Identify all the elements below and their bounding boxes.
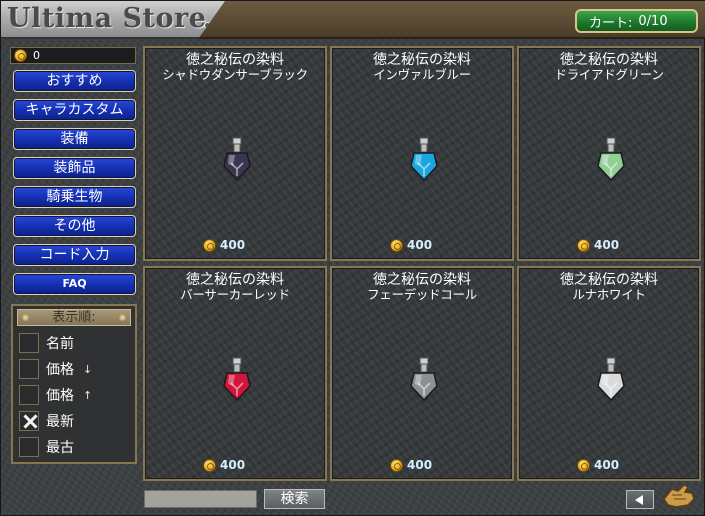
- arrow-up-icon: ↑: [83, 388, 93, 402]
- coin-icon: [203, 458, 216, 472]
- sort-checkbox[interactable]: [19, 359, 39, 379]
- hand-glove-icon: [663, 484, 695, 508]
- nav-recommended[interactable]: おすすめ: [13, 70, 136, 92]
- cart-label: カート:: [589, 15, 633, 31]
- store-title: Ultima Store: [7, 3, 207, 34]
- header-bar: Ultima Store カート: 0/10: [1, 1, 705, 39]
- price-value: 400: [220, 458, 246, 472]
- product-card[interactable]: 徳之秘伝の染料 シャドウダンサーブラック 400: [143, 46, 327, 261]
- product-price: 400: [203, 238, 245, 252]
- dye-bottle-icon: [597, 137, 625, 182]
- title-dot-icon: [204, 22, 211, 29]
- nav-mounts[interactable]: 騎乗生物: [13, 186, 136, 208]
- dye-bottle-icon: [597, 357, 625, 402]
- dye-bottle-icon: [223, 137, 251, 182]
- title-plate: Ultima Store: [1, 1, 225, 39]
- nav-faq[interactable]: FAQ: [13, 273, 136, 295]
- product-card[interactable]: 徳之秘伝の染料 バーサーカーレッド 400: [143, 266, 327, 481]
- price-value: 400: [407, 238, 433, 252]
- sort-option-newest[interactable]: 最新: [19, 410, 74, 432]
- price-value: 400: [220, 238, 246, 252]
- nav-other[interactable]: その他: [13, 215, 136, 237]
- sort-option-oldest[interactable]: 最古: [19, 436, 74, 458]
- product-title: 徳之秘伝の染料: [373, 52, 471, 68]
- product-title: 徳之秘伝の染料: [373, 272, 471, 288]
- sort-option-label: 名前: [46, 336, 74, 352]
- rivet-icon: [119, 314, 126, 321]
- dye-bottle-icon: [410, 357, 438, 402]
- nav-code-entry[interactable]: コード入力: [13, 244, 136, 266]
- product-subtitle: インヴァルブルー: [373, 67, 471, 82]
- sort-option-name[interactable]: 名前: [19, 332, 74, 354]
- product-price: 400: [577, 458, 619, 472]
- prev-page-button[interactable]: [626, 490, 654, 509]
- coin-icon: [390, 458, 403, 472]
- sort-checkbox[interactable]: [19, 333, 39, 353]
- nav-equipment[interactable]: 装備: [13, 128, 136, 150]
- sort-option-label: 最新: [46, 414, 74, 430]
- sort-option-price-asc[interactable]: 価格 ↑: [19, 384, 92, 406]
- coin-icon: [577, 458, 590, 472]
- dye-bottle-icon: [223, 357, 251, 402]
- product-card[interactable]: 徳之秘伝の染料 インヴァルブルー 400: [330, 46, 514, 261]
- sort-panel: 表示順: 名前 価格 ↓ 価格 ↑ 最新 最古: [11, 304, 137, 464]
- coin-icon: [577, 238, 590, 252]
- cart-count: 0/10: [638, 13, 668, 29]
- price-value: 400: [594, 458, 620, 472]
- product-subtitle: フェーデッドコール: [367, 287, 477, 302]
- balance-bar: 0: [10, 47, 136, 64]
- product-price: 400: [577, 238, 619, 252]
- price-value: 400: [594, 238, 620, 252]
- sort-option-label: 価格: [46, 362, 74, 378]
- sort-checkbox-checked[interactable]: [19, 411, 39, 431]
- sort-checkbox[interactable]: [19, 437, 39, 457]
- search-button[interactable]: 検索: [264, 489, 325, 509]
- product-subtitle: ドライアドグリーン: [554, 67, 664, 82]
- sort-option-label: 価格: [46, 388, 74, 404]
- product-card[interactable]: 徳之秘伝の染料 ルナホワイト 400: [517, 266, 701, 481]
- search-input[interactable]: [144, 490, 257, 508]
- arrow-down-icon: ↓: [83, 362, 93, 376]
- coin-icon: [14, 49, 27, 62]
- cart-button[interactable]: カート: 0/10: [575, 9, 698, 33]
- product-price: 400: [390, 238, 432, 252]
- nav-character-custom[interactable]: キャラカスタム: [13, 99, 136, 121]
- product-price: 400: [390, 458, 432, 472]
- balance-value: 0: [33, 49, 40, 62]
- product-card[interactable]: 徳之秘伝の染料 フェーデッドコール 400: [330, 266, 514, 481]
- sort-checkbox[interactable]: [19, 385, 39, 405]
- product-card[interactable]: 徳之秘伝の染料 ドライアドグリーン 400: [517, 46, 701, 261]
- price-value: 400: [407, 458, 433, 472]
- product-title: 徳之秘伝の染料: [186, 272, 284, 288]
- product-title: 徳之秘伝の染料: [560, 52, 658, 68]
- sort-title: 表示順:: [52, 310, 96, 325]
- coin-icon: [203, 238, 216, 252]
- sort-option-price-desc[interactable]: 価格 ↓: [19, 358, 92, 380]
- product-title: 徳之秘伝の染料: [560, 272, 658, 288]
- store-window: Ultima Store カート: 0/10 0 おすすめ キャラカスタム 装備…: [0, 0, 705, 516]
- sort-option-label: 最古: [46, 440, 74, 456]
- product-subtitle: ルナホワイト: [572, 287, 646, 302]
- nav-accessories[interactable]: 装飾品: [13, 157, 136, 179]
- dye-bottle-icon: [410, 137, 438, 182]
- sort-header: 表示順:: [17, 309, 131, 326]
- coin-icon: [390, 238, 403, 252]
- product-title: 徳之秘伝の染料: [186, 52, 284, 68]
- product-subtitle: シャドウダンサーブラック: [162, 67, 308, 82]
- rivet-icon: [22, 314, 29, 321]
- product-subtitle: バーサーカーレッド: [180, 287, 290, 302]
- product-price: 400: [203, 458, 245, 472]
